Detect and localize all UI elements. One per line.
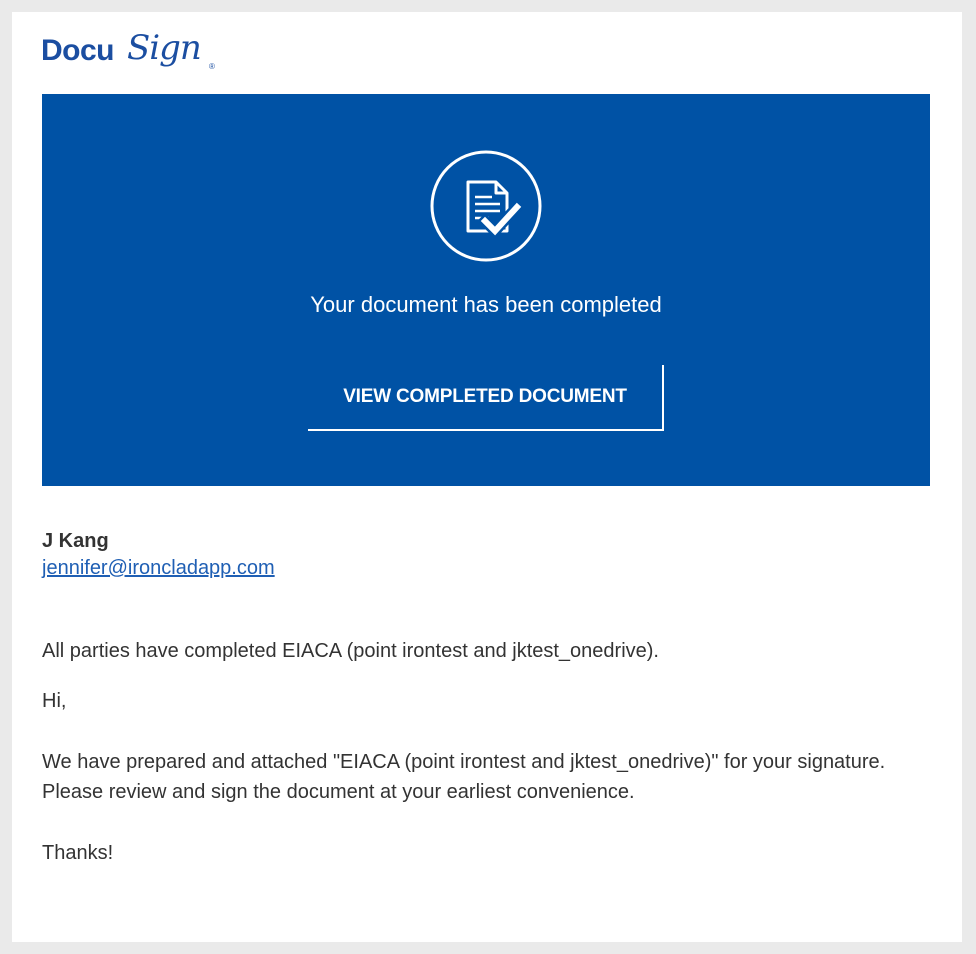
sender-email-link[interactable]: jennifer@ironcladapp.com bbox=[42, 557, 275, 580]
docusign-logo: Docu Sign ® bbox=[41, 28, 231, 84]
logo-sign-text: Sign bbox=[127, 28, 202, 68]
banner-title: Your document has been completed bbox=[310, 292, 662, 317]
greeting: Hi, bbox=[42, 690, 67, 712]
sender-name: J Kang bbox=[42, 530, 109, 552]
view-completed-document-button[interactable]: VIEW COMPLETED DOCUMENT bbox=[308, 365, 664, 431]
logo-registered-mark: ® bbox=[209, 62, 215, 71]
completion-summary: All parties have completed EIACA (point … bbox=[42, 640, 659, 662]
closing: Thanks! bbox=[42, 842, 114, 864]
document-check-icon bbox=[429, 149, 543, 263]
completion-banner: Your document has been completed VIEW CO… bbox=[42, 94, 930, 486]
email-card: Docu Sign ® Your document has been compl… bbox=[12, 12, 962, 942]
message-body: We have prepared and attached "EIACA (po… bbox=[42, 751, 886, 803]
logo-docu-text: Docu bbox=[41, 34, 115, 67]
